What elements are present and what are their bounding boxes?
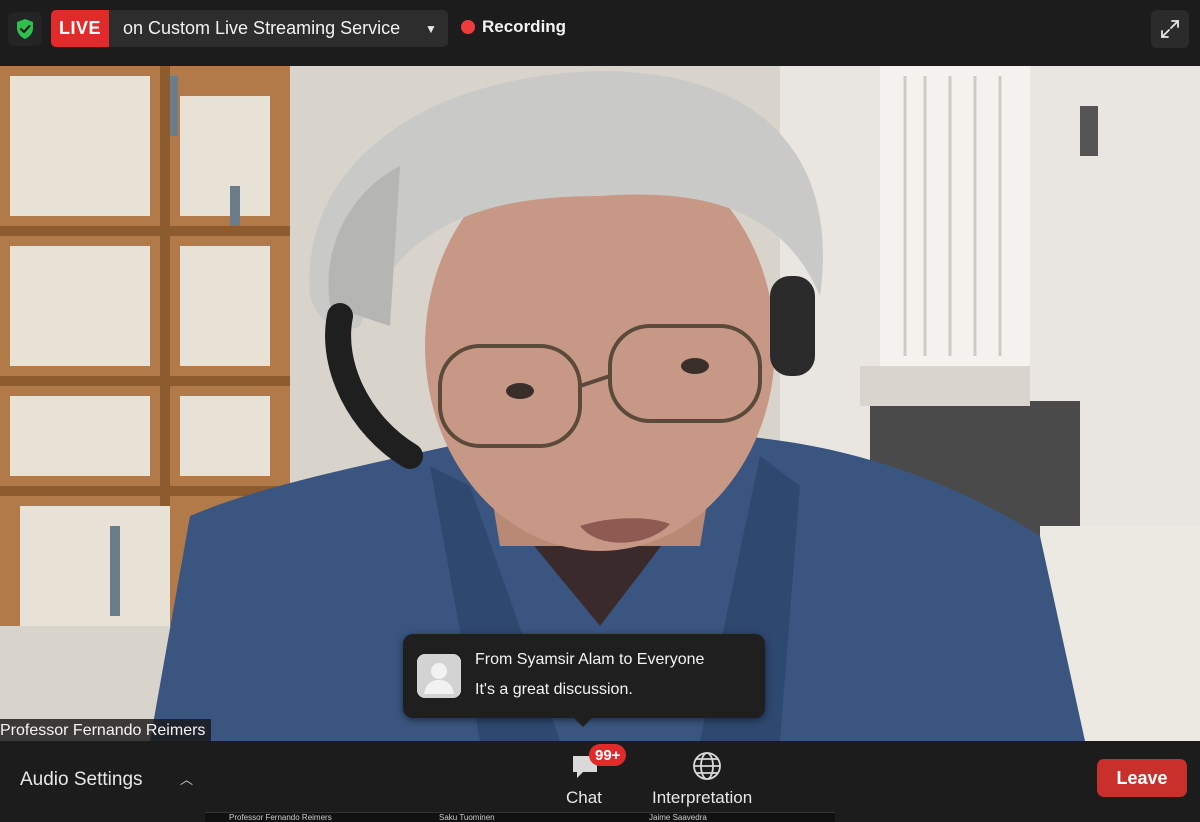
globe-icon bbox=[692, 751, 722, 786]
leave-button[interactable]: Leave bbox=[1097, 759, 1187, 797]
chat-notification-sender: From Syamsir Alam to Everyone bbox=[475, 651, 705, 668]
audio-settings-button[interactable]: Audio Settings bbox=[20, 769, 143, 791]
gallery-thumb[interactable]: Professor Fernando Reimers bbox=[205, 812, 415, 822]
live-service-label: on Custom Live Streaming Service bbox=[123, 18, 401, 38]
security-shield-icon[interactable] bbox=[8, 12, 42, 46]
chat-label: Chat bbox=[566, 788, 602, 807]
live-badge: LIVE bbox=[51, 10, 109, 47]
chevron-down-icon[interactable]: ▼ bbox=[414, 10, 448, 47]
record-dot-icon bbox=[461, 20, 475, 34]
live-stream-dropdown[interactable]: LIVE on Custom Live Streaming Service ▼ bbox=[51, 10, 448, 47]
gallery-thumb[interactable]: Saku Tuominen bbox=[415, 812, 625, 822]
chat-notification-message: It's a great discussion. bbox=[475, 681, 633, 698]
chevron-up-icon[interactable]: ︿ bbox=[180, 769, 193, 788]
gallery-thumb[interactable]: Jaime Saavedra bbox=[625, 812, 835, 822]
gallery-strip: Professor Fernando Reimers Saku Tuominen… bbox=[205, 812, 835, 822]
chat-notification[interactable]: From Syamsir Alam to Everyone It's a gre… bbox=[403, 634, 765, 727]
interpretation-button[interactable]: Interpretation bbox=[652, 747, 764, 817]
recording-label: Recording bbox=[482, 17, 567, 36]
recording-indicator[interactable]: Recording bbox=[461, 17, 566, 37]
top-bar: LIVE on Custom Live Streaming Service ▼ … bbox=[0, 0, 1200, 66]
avatar-icon bbox=[417, 654, 461, 698]
fullscreen-icon[interactable] bbox=[1151, 10, 1189, 48]
chat-unread-badge: 99+ bbox=[589, 744, 627, 766]
participant-name-tag: Professor Fernando Reimers bbox=[0, 719, 212, 743]
interpretation-label: Interpretation bbox=[652, 788, 753, 807]
